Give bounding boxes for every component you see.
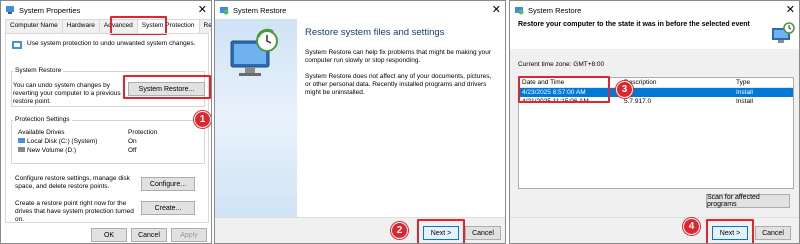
highlight-system-restore-button xyxy=(123,75,211,99)
window-title: System Restore xyxy=(233,5,287,15)
computer-restore-icon xyxy=(227,27,283,85)
title-bar: System Properties ✕ xyxy=(1,1,211,19)
highlight-next-button xyxy=(706,219,754,243)
system-restore-window-select: System Restore ✕ Restore your computer t… xyxy=(509,0,800,244)
cancel-button[interactable]: Cancel xyxy=(131,228,167,242)
page-heading: Restore your computer to the state it wa… xyxy=(518,21,750,28)
intro-text: Use system protection to undo unwanted s… xyxy=(27,40,196,47)
apply-button[interactable]: Apply xyxy=(171,228,207,242)
highlight-next-button xyxy=(417,219,465,243)
drive-protection: On xyxy=(128,138,137,145)
system-restore-group-label: System Restore xyxy=(13,67,64,74)
tab-hardware[interactable]: Hardware xyxy=(61,19,100,33)
drive-icon xyxy=(18,147,25,152)
step-badge-3: 3 xyxy=(616,81,633,98)
drive-protection: Off xyxy=(128,147,137,154)
create-button[interactable]: Create... xyxy=(141,201,195,215)
restore-point-description xyxy=(621,88,733,98)
computer-restore-icon xyxy=(770,20,796,48)
system-restore-icon xyxy=(514,5,524,15)
create-description: Create a restore point right now for the… xyxy=(15,200,134,223)
system-properties-window: System Properties ✕ Computer Name Hardwa… xyxy=(0,0,212,244)
scan-affected-programs-button[interactable]: Scan for affected programs xyxy=(706,194,790,208)
drives-list: Available Drives Protection Local Disk (… xyxy=(15,128,185,155)
shield-icon xyxy=(11,39,23,53)
title-bar: System Restore ✕ xyxy=(215,1,505,19)
restore-description: You can undo system changes by reverting… xyxy=(13,82,121,105)
restore-point-type: Install xyxy=(736,89,753,96)
column-type[interactable]: Type xyxy=(733,78,793,88)
intro-paragraph-2: System Restore does not affect any of yo… xyxy=(305,73,492,96)
drive-name: Local Disk (C:) (System) xyxy=(27,138,98,145)
tab-strip: Computer Name Hardware Advanced System P… xyxy=(5,19,211,34)
side-banner xyxy=(215,19,297,218)
title-bar: System Restore ✕ xyxy=(510,1,799,19)
restore-point-type: Install xyxy=(736,98,753,105)
table-row[interactable]: New Volume (D:) Off xyxy=(15,146,185,155)
tab-computer-name[interactable]: Computer Name xyxy=(5,19,63,33)
computer-icon xyxy=(5,5,15,15)
close-icon[interactable]: ✕ xyxy=(492,3,501,16)
system-restore-icon xyxy=(219,5,229,15)
cancel-button[interactable]: Cancel xyxy=(755,226,791,240)
protection-settings-label: Protection Settings xyxy=(13,116,72,123)
highlight-restore-point xyxy=(518,76,610,103)
window-title: System Properties xyxy=(19,5,81,15)
close-icon[interactable]: ✕ xyxy=(198,3,207,16)
column-protection[interactable]: Protection xyxy=(125,128,185,137)
window-title: System Restore xyxy=(528,5,582,15)
tab-remote[interactable]: Remote xyxy=(198,19,211,33)
column-available-drives[interactable]: Available Drives xyxy=(15,128,125,137)
drive-name: New Volume (D:) xyxy=(27,147,77,154)
cancel-button[interactable]: Cancel xyxy=(465,226,501,240)
step-badge-4: 4 xyxy=(683,218,700,235)
step-badge-1: 1 xyxy=(194,111,211,128)
restore-point-description: 5.7.917.0 xyxy=(624,98,652,105)
intro-paragraph-1: System Restore can help fix problems tha… xyxy=(305,49,492,64)
drive-icon xyxy=(18,138,25,143)
table-row[interactable]: Local Disk (C:) (System) On xyxy=(15,137,185,146)
step-badge-2: 2 xyxy=(391,222,408,239)
page-heading: Restore system files and settings xyxy=(305,27,445,38)
column-description[interactable]: Description xyxy=(621,78,733,88)
close-icon[interactable]: ✕ xyxy=(786,3,795,16)
ok-button[interactable]: OK xyxy=(91,228,127,242)
configure-button[interactable]: Configure... xyxy=(141,177,195,191)
configure-description: Configure restore settings, manage disk … xyxy=(15,175,130,190)
system-restore-window-intro: System Restore ✕ Restore system files an… xyxy=(214,0,506,244)
timezone-label: Current time zone: GMT+8:00 xyxy=(518,61,605,68)
